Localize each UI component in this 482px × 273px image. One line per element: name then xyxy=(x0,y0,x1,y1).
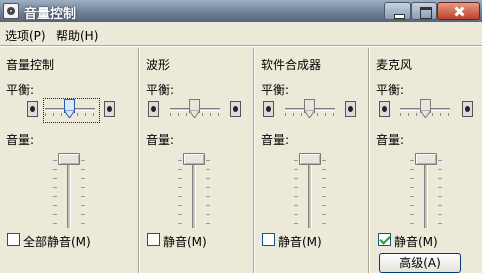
balance-label: 平衡: xyxy=(261,83,290,97)
speaker-left-icon xyxy=(27,101,38,117)
maximize-button[interactable] xyxy=(411,2,437,20)
panel-title: 音量控制 xyxy=(6,58,55,72)
balance-slider-thumb[interactable] xyxy=(420,99,431,118)
menu-help[interactable]: 帮助(H) xyxy=(56,27,98,44)
balance-label: 平衡: xyxy=(146,83,175,97)
volume-track xyxy=(424,156,428,228)
volume-track xyxy=(67,156,71,228)
advanced-button[interactable]: 高级(A) xyxy=(379,253,461,273)
volume-label: 音量: xyxy=(261,133,290,147)
speaker-icon[interactable] xyxy=(3,3,19,19)
volume-slider-thumb[interactable] xyxy=(299,153,321,165)
column-divider xyxy=(138,48,140,273)
mute-label[interactable]: 静音(M) xyxy=(163,233,207,250)
volume-ticks-left xyxy=(53,160,57,226)
volume-ticks-right xyxy=(206,160,210,226)
menu-separator xyxy=(0,45,482,47)
mute-label[interactable]: 静音(M) xyxy=(278,233,322,250)
volume-track xyxy=(192,156,196,228)
panel-title: 麦克风 xyxy=(376,58,413,72)
mute-checkbox[interactable] xyxy=(147,233,160,246)
speaker-right-icon xyxy=(345,101,356,117)
speaker-right-icon xyxy=(462,101,473,117)
balance-label: 平衡: xyxy=(376,83,405,97)
volume-slider-thumb[interactable] xyxy=(183,153,205,165)
column-divider xyxy=(368,48,370,273)
speaker-right-icon xyxy=(230,101,241,117)
panel-title: 波形 xyxy=(146,58,171,72)
balance-label: 平衡: xyxy=(6,83,35,97)
volume-ticks-left xyxy=(294,160,298,226)
window-title: 音量控制 xyxy=(24,7,77,22)
panel-title: 软件合成器 xyxy=(261,58,322,72)
mute-all-checkbox[interactable] xyxy=(7,233,20,246)
volume-label: 音量: xyxy=(6,133,35,147)
title-bar[interactable]: 音量控制 xyxy=(0,0,482,22)
volume-ticks-right xyxy=(438,160,442,226)
balance-slider-thumb[interactable] xyxy=(64,99,75,118)
volume-slider-thumb[interactable] xyxy=(58,153,80,165)
mute-all-label[interactable]: 全部静音(M) xyxy=(23,233,91,250)
speaker-left-icon xyxy=(379,101,390,117)
speaker-right-icon xyxy=(104,101,115,117)
speaker-left-icon xyxy=(263,101,274,117)
volume-label: 音量: xyxy=(376,133,405,147)
column-divider xyxy=(253,48,255,273)
volume-ticks-right xyxy=(322,160,326,226)
mute-checkbox[interactable] xyxy=(262,233,275,246)
volume-label: 音量: xyxy=(146,133,175,147)
volume-ticks-left xyxy=(178,160,182,226)
menu-options[interactable]: 选项(P) xyxy=(5,27,46,44)
balance-slider-thumb[interactable] xyxy=(189,99,200,118)
volume-track xyxy=(308,156,312,228)
close-button[interactable] xyxy=(437,2,480,20)
mute-checkbox[interactable] xyxy=(378,233,391,246)
menu-bar: 选项(P) 帮助(H) xyxy=(0,24,482,44)
speaker-left-icon xyxy=(148,101,159,117)
volume-ticks-right xyxy=(81,160,85,226)
volume-ticks-left xyxy=(410,160,414,226)
mute-label[interactable]: 静音(M) xyxy=(394,233,438,250)
volume-slider-thumb[interactable] xyxy=(415,153,437,165)
balance-slider-thumb[interactable] xyxy=(304,99,315,118)
minimize-button[interactable] xyxy=(384,2,411,20)
